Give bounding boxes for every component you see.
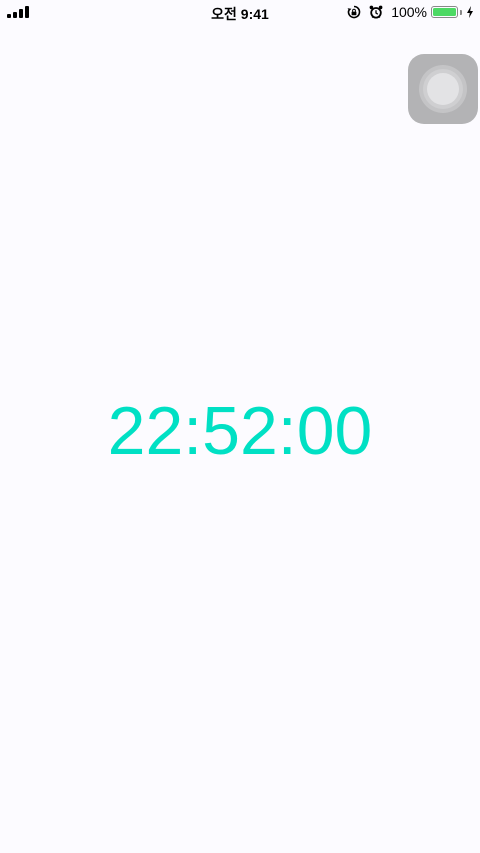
battery-tip [460,9,462,15]
main-time-display: 22:52:00 [107,393,373,469]
assistive-touch-button[interactable] [408,54,478,124]
battery-percent: 100% [391,4,427,20]
charging-bolt-icon [467,6,473,18]
status-bar: 오전 9:41 100% [0,0,480,26]
rotation-lock-icon [347,5,361,19]
alarm-icon [369,5,383,19]
battery-icon [431,6,458,18]
status-right-group: 100% [347,3,474,21]
screen: 오전 9:41 100% 22:52:00 [0,0,480,853]
assistive-touch-core [427,73,459,105]
battery-fill [433,8,456,16]
